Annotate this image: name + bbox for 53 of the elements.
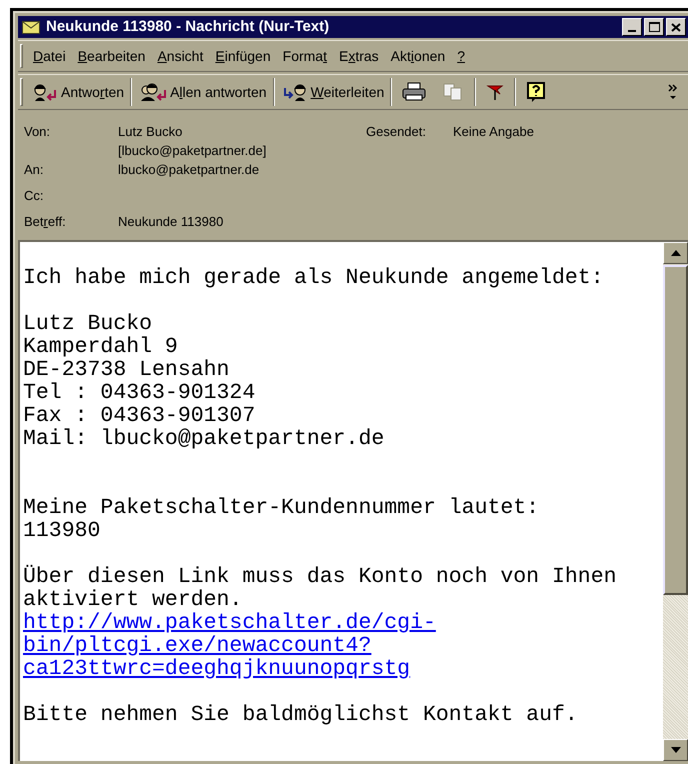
text-line: Mail: lbucko@paketpartner.de <box>23 428 384 451</box>
link[interactable]: bin/pltcgi.exe/newaccount4? <box>23 635 372 658</box>
scroll-down-button[interactable] <box>663 739 688 761</box>
copy-icon <box>442 82 464 102</box>
menu-item[interactable]: Bearbeiten <box>74 46 150 66</box>
up-arrow-icon <box>670 250 680 256</box>
text-line: Meine Paketschalter-Kundennummer lautet: <box>23 497 540 520</box>
sent-value: Keine Angabe <box>453 123 534 141</box>
message-body[interactable] <box>20 242 663 761</box>
window-title: Neukunde 113980 - Nachricht (Nur-Text) <box>46 16 330 37</box>
sent-label: Gesendet: <box>366 123 427 141</box>
envelope-icon <box>22 20 40 34</box>
close-button[interactable] <box>666 18 686 36</box>
down-arrow-icon <box>670 747 680 753</box>
text-line: DE-23738 Lensahn <box>23 359 230 382</box>
link[interactable]: http://www.paketschalter.de/cgi- <box>23 612 436 635</box>
menu-item[interactable]: Datei <box>29 46 70 66</box>
text-line: Ich habe mich gerade als Neukunde angemeldet: <box>23 267 604 290</box>
close-icon <box>671 22 681 32</box>
printer-icon <box>402 82 426 102</box>
menu-item[interactable]: Aktionen <box>386 46 450 66</box>
maximize-button[interactable] <box>644 18 664 36</box>
text-line: 113980 <box>23 520 100 543</box>
text-line: Kamperdahl 9 <box>23 336 178 359</box>
menu-item[interactable]: Ansicht <box>153 46 208 66</box>
field-value: Neukunde 113980 <box>118 213 224 231</box>
field-value: lbucko@paketpartner.de <box>118 161 260 179</box>
minimize-button[interactable] <box>622 18 642 36</box>
reply-icon <box>31 82 59 102</box>
menu-item[interactable]: ? <box>453 46 469 66</box>
link[interactable]: ca123ttwrc=deeghqjknuunopqrstg <box>23 658 410 681</box>
menu-item[interactable]: Einfügen <box>211 46 275 66</box>
text-line: Lutz Bucko <box>23 313 152 336</box>
text-line: Fax : 04363-901307 <box>23 405 256 428</box>
toolbar-button[interactable]: Antworten <box>27 77 128 107</box>
text-line: Bitte nehmen Sie baldmöglichst Kontakt auf. <box>23 704 578 727</box>
field-label: Cc: <box>24 188 44 203</box>
menu-item[interactable]: Format <box>278 46 331 66</box>
menu-item[interactable]: Extras <box>334 46 383 66</box>
toolbar-button[interactable]: Weiterleiten <box>276 77 388 107</box>
field-label: Von: <box>24 124 50 139</box>
toolbar-button[interactable]: Allen antworten <box>134 77 271 107</box>
text-line: Tel : 04363-901324 <box>23 382 256 405</box>
maximize-icon <box>648 22 660 32</box>
chevron-icon <box>668 83 678 101</box>
field-label: An: <box>24 162 44 177</box>
text-line: aktiviert werden. <box>23 589 242 612</box>
scroll-thumb[interactable] <box>663 265 688 595</box>
field-label: Betreff: <box>24 214 66 229</box>
minimize-icon <box>628 30 636 32</box>
scrollbar[interactable] <box>663 242 688 761</box>
scroll-up-button[interactable] <box>663 242 688 264</box>
text-line: Über diesen Link muss das Konto noch von Ihnen <box>23 566 616 589</box>
